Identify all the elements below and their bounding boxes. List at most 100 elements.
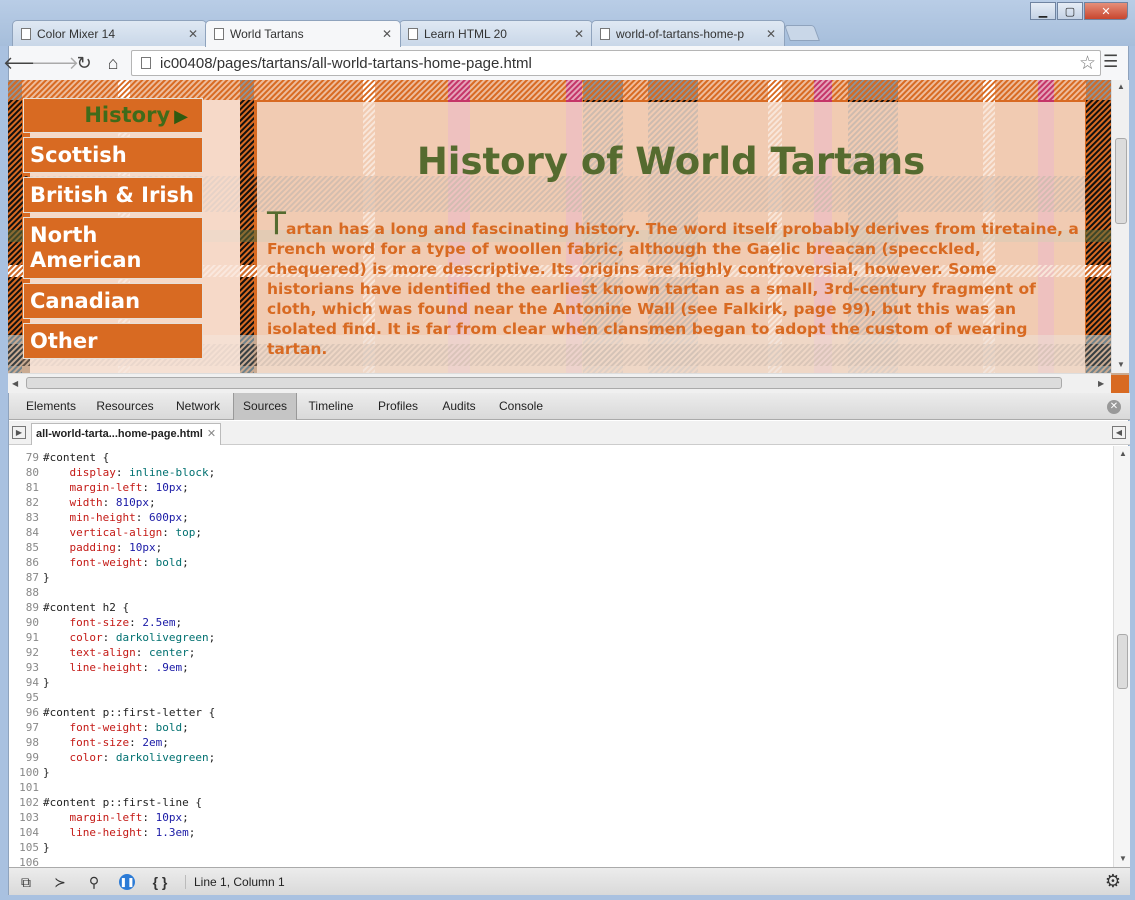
- scroll-up-icon[interactable]: ▲: [1119, 449, 1127, 458]
- code-line[interactable]: vertical-align: top;: [43, 525, 1103, 540]
- nav-link-other[interactable]: Other: [23, 323, 203, 359]
- scroll-left-icon[interactable]: ◀: [12, 379, 18, 388]
- line-number: 82: [25, 496, 39, 509]
- code-line[interactable]: #content p::first-line {: [43, 795, 1103, 810]
- reload-icon[interactable]: ↻: [72, 51, 96, 75]
- tab-console[interactable]: Console: [493, 393, 549, 420]
- close-icon[interactable]: ✕: [382, 27, 392, 41]
- nav-link-canadian[interactable]: Canadian: [23, 283, 203, 319]
- scrollbar-thumb[interactable]: [1115, 138, 1127, 224]
- minimize-button[interactable]: ▁: [1030, 2, 1056, 20]
- tab-label: Color Mixer 14: [37, 26, 116, 41]
- code-line[interactable]: margin-left: 10px;: [43, 810, 1103, 825]
- open-file-tab[interactable]: all-world-tarta...home-page.html ✕: [31, 423, 222, 445]
- scrollbar-thumb[interactable]: [1117, 634, 1128, 689]
- tab-profiles[interactable]: Profiles: [371, 393, 425, 420]
- dock-icon[interactable]: ⧉: [17, 873, 35, 891]
- code-editor[interactable]: 79 80 81 82 83 84 85 86 87 88 89 90 91 92 93 94 95 96 97 98…: [9, 446, 1113, 867]
- code-line[interactable]: font-size: 2.5em;: [43, 615, 1103, 630]
- code-line[interactable]: #content p::first-letter {: [43, 705, 1103, 720]
- code-line[interactable]: [43, 690, 1103, 705]
- menu-icon[interactable]: ☰: [1103, 52, 1118, 72]
- code-line[interactable]: padding: 10px;: [43, 540, 1103, 555]
- code-text: }: [43, 571, 50, 584]
- pause-on-exceptions-icon[interactable]: ❚❚: [119, 874, 135, 890]
- code-line[interactable]: #content h2 {: [43, 600, 1103, 615]
- line-number: 98: [25, 736, 39, 749]
- pretty-print-icon[interactable]: { }: [151, 873, 169, 891]
- tab-network[interactable]: Network: [165, 393, 231, 420]
- maximize-button[interactable]: ▢: [1057, 2, 1083, 20]
- css-property: color: [69, 751, 103, 764]
- code-line[interactable]: #content {: [43, 450, 1103, 465]
- console-drawer-icon[interactable]: ≻: [51, 873, 69, 891]
- close-icon[interactable]: ✕: [207, 428, 216, 440]
- code-line[interactable]: line-height: .9em;: [43, 660, 1103, 675]
- code-line[interactable]: margin-left: 10px;: [43, 480, 1103, 495]
- url-text[interactable]: ic00408/pages/tartans/all-world-tartans-…: [160, 55, 532, 72]
- close-icon[interactable]: ✕: [574, 27, 584, 41]
- css-value: inline-block: [129, 466, 209, 479]
- address-bar[interactable]: ic00408/pages/tartans/all-world-tartans-…: [131, 50, 1101, 76]
- search-icon[interactable]: ⚲: [85, 873, 103, 891]
- navigator-toggle-icon[interactable]: ▶: [12, 426, 26, 439]
- scroll-right-icon[interactable]: ▶: [1098, 379, 1104, 388]
- scroll-up-icon[interactable]: ▲: [1117, 82, 1125, 91]
- css-property: padding: [69, 541, 116, 554]
- code-line[interactable]: font-size: 2em;: [43, 735, 1103, 750]
- forward-arrow-icon[interactable]: 🡒: [31, 51, 79, 75]
- scroll-down-icon[interactable]: ▼: [1117, 360, 1125, 369]
- line-number: 93: [25, 661, 39, 674]
- page-horizontal-scrollbar[interactable]: ◀ ▶: [8, 373, 1111, 393]
- code-line[interactable]: }: [43, 765, 1103, 780]
- browser-tab-world-of-tartans[interactable]: world-of-tartans-home-p ✕: [591, 20, 785, 46]
- tab-timeline[interactable]: Timeline: [301, 393, 361, 420]
- nav-link-history[interactable]: History ▶: [23, 98, 203, 133]
- close-icon[interactable]: ✕: [1107, 400, 1121, 414]
- code-line[interactable]: [43, 585, 1103, 600]
- code-line[interactable]: color: darkolivegreen;: [43, 750, 1103, 765]
- code-line[interactable]: }: [43, 675, 1103, 690]
- line-number: 79: [25, 451, 39, 464]
- tab-audits[interactable]: Audits: [435, 393, 483, 420]
- code-line[interactable]: [43, 855, 1103, 867]
- line-number: 101: [19, 781, 39, 794]
- debugger-sidebar-toggle-icon[interactable]: ◀: [1112, 426, 1126, 439]
- window-close-button[interactable]: ✕: [1084, 2, 1128, 20]
- code-line[interactable]: font-weight: bold;: [43, 555, 1103, 570]
- star-icon[interactable]: ☆: [1079, 52, 1096, 75]
- tab-elements[interactable]: Elements: [17, 393, 85, 420]
- nav-link-british-irish[interactable]: British & Irish: [23, 177, 203, 213]
- nav-link-label: North: [30, 223, 98, 247]
- new-tab-button[interactable]: [784, 25, 820, 41]
- gear-icon[interactable]: ⚙: [1105, 871, 1121, 892]
- code-line[interactable]: display: inline-block;: [43, 465, 1103, 480]
- css-value: darkolivegreen: [115, 751, 209, 764]
- close-icon[interactable]: ✕: [766, 27, 776, 41]
- code-line[interactable]: font-weight: bold;: [43, 720, 1103, 735]
- code-line[interactable]: color: darkolivegreen;: [43, 630, 1103, 645]
- line-number: 89: [25, 601, 39, 614]
- tab-sources[interactable]: Sources: [233, 393, 297, 420]
- home-icon[interactable]: ⌂: [101, 51, 125, 75]
- code-line[interactable]: line-height: 1.3em;: [43, 825, 1103, 840]
- line-number: 97: [25, 721, 39, 734]
- code-line[interactable]: width: 810px;: [43, 495, 1103, 510]
- code-line[interactable]: min-height: 600px;: [43, 510, 1103, 525]
- code-line[interactable]: text-align: center;: [43, 645, 1103, 660]
- scroll-down-icon[interactable]: ▼: [1119, 854, 1127, 863]
- browser-tab-learn-html[interactable]: Learn HTML 20 ✕: [399, 20, 593, 46]
- code-content[interactable]: #content { display: inline-block; margin…: [43, 450, 1103, 867]
- close-icon[interactable]: ✕: [188, 27, 198, 41]
- editor-vertical-scrollbar[interactable]: ▲ ▼: [1113, 446, 1130, 867]
- code-line[interactable]: }: [43, 570, 1103, 585]
- tab-resources[interactable]: Resources: [89, 393, 161, 420]
- code-line[interactable]: [43, 780, 1103, 795]
- browser-tab-world-tartans[interactable]: World Tartans ✕: [205, 20, 401, 47]
- page-vertical-scrollbar[interactable]: ▲ ▼: [1111, 80, 1129, 373]
- scrollbar-thumb[interactable]: [26, 377, 1062, 389]
- code-line[interactable]: }: [43, 840, 1103, 855]
- browser-tab-color-mixer[interactable]: Color Mixer 14 ✕: [12, 20, 207, 46]
- nav-link-scottish[interactable]: Scottish: [23, 137, 203, 173]
- nav-link-north-american[interactable]: North American: [23, 217, 203, 279]
